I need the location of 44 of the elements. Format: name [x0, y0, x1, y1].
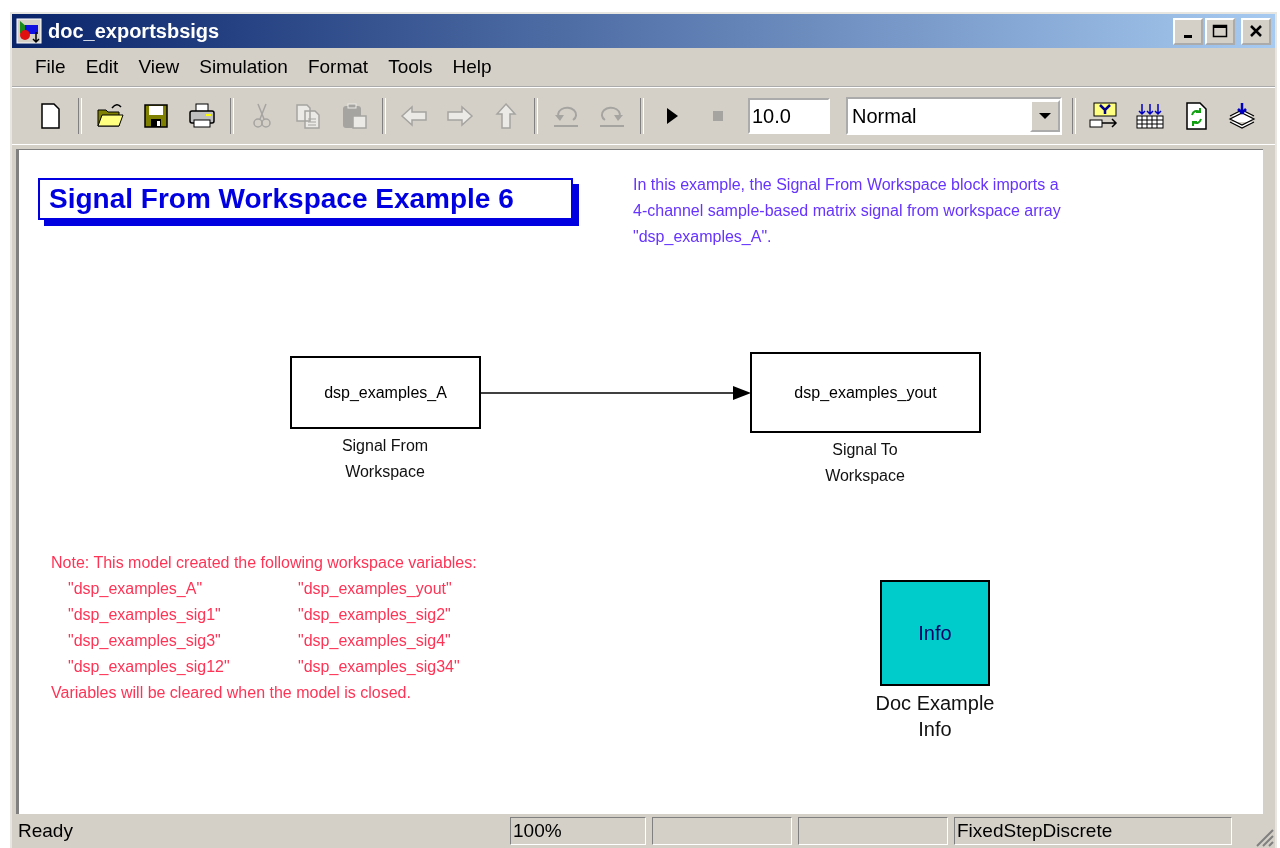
stop-time-field[interactable]: 10.0: [748, 98, 830, 134]
yplot-icon: [1088, 101, 1120, 131]
workspace-block[interactable]: dsp_examples_yout: [750, 352, 981, 433]
variable-name: "dsp_examples_sig34": [298, 657, 461, 677]
note-text: Variables will be cleared when the model is closed.: [51, 683, 412, 703]
minimize-button[interactable]: [1173, 17, 1203, 45]
model-icon: [16, 18, 42, 44]
minimize-icon: [1184, 34, 1192, 38]
window-title: doc_exportsbsigs: [48, 19, 220, 43]
maximize-button[interactable]: [1205, 17, 1235, 45]
menu-item[interactable]: Help: [443, 54, 501, 80]
block-label: Signal From Workspace: [340, 436, 430, 482]
close-icon: [1249, 24, 1263, 38]
menu-item[interactable]: Tools: [379, 54, 442, 80]
maximize-icon: [1212, 24, 1228, 38]
variable-name: "dsp_examples_sig2": [298, 605, 452, 625]
save-icon: [141, 101, 171, 131]
close-button[interactable]: [1241, 17, 1271, 45]
block-label: Signal To Workspace: [824, 440, 906, 486]
variable-name: "dsp_examples_A": [68, 579, 204, 599]
workspace-block[interactable]: dsp_examples_A: [290, 356, 481, 429]
grid-icon: [1134, 101, 1166, 131]
zoom-level: 100%: [510, 817, 646, 845]
block-label: Doc Example Info: [874, 691, 996, 742]
variable-name: "dsp_examples_sig3": [68, 631, 222, 651]
menu-item[interactable]: Edit: [76, 54, 128, 80]
menu-item[interactable]: File: [26, 54, 75, 80]
variable-name: "dsp_examples_sig12": [68, 657, 231, 677]
title-annotation: Signal From Workspace Example 6: [38, 178, 579, 226]
status-message: Ready: [17, 819, 74, 843]
menu-item[interactable]: View: [129, 54, 189, 80]
print-icon: [187, 101, 217, 131]
menu-item[interactable]: Simulation: [190, 54, 297, 80]
dropdown-arrow-icon: [1038, 112, 1052, 120]
description-text: In this example, the Signal From Workspace block imports a 4-channel sample-based matrix signal from workspace array "dsp_examples_A".: [633, 175, 1061, 247]
menu-item[interactable]: Format: [298, 54, 378, 80]
variable-name: "dsp_examples_sig1": [68, 605, 222, 625]
info-block[interactable]: Info: [880, 580, 990, 686]
simulation-mode-dropdown[interactable]: Normal: [846, 97, 1062, 135]
variable-name: "dsp_examples_sig4": [298, 631, 452, 651]
solver-name: FixedStepDiscrete: [954, 817, 1232, 845]
copy-icon: [293, 101, 323, 131]
note-text: Note: This model created the following workspace variables:: [51, 553, 477, 573]
variable-name: "dsp_examples_yout": [298, 579, 453, 599]
